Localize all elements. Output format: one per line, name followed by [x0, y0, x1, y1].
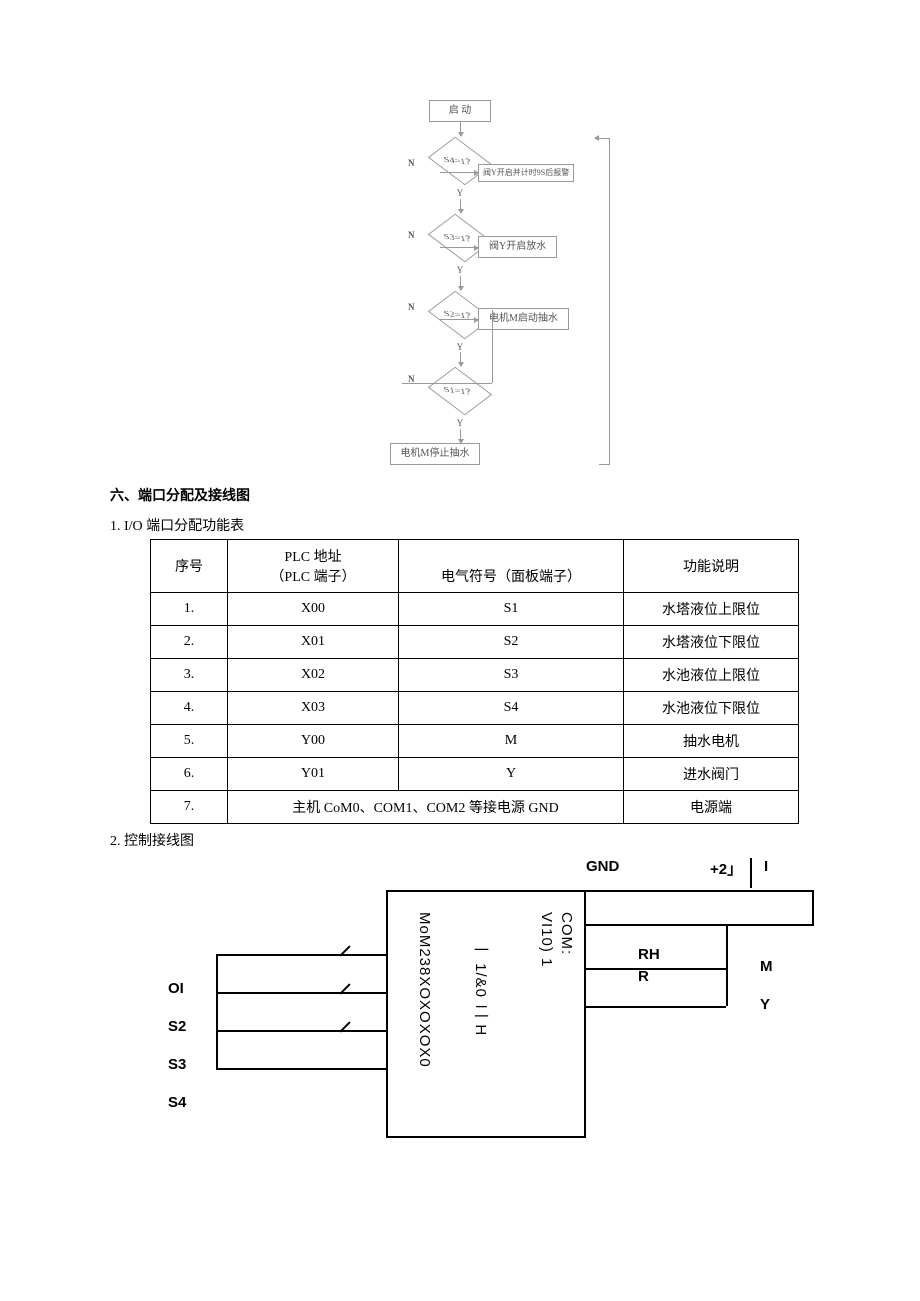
- fc-end-box: 电机M停止抽水: [390, 443, 481, 465]
- wiring-diagram: GND +2」 I MoM238XOXOXOX0 一 1/&0 二 H VI10…: [150, 858, 830, 1148]
- io-table: 序号 PLC 地址 （PLC 端子） 电气符号（面板端子） 功能说明 1. X0…: [150, 539, 799, 824]
- fc-y-3: Y: [457, 342, 464, 353]
- lbl-y: Y: [760, 996, 770, 1013]
- fc-action-2: 阀Y开启放水: [478, 236, 557, 258]
- fc-start-box: 启 动: [429, 100, 491, 122]
- sub-heading-2: 2. 控制接线图: [110, 830, 810, 850]
- lbl-i: I: [764, 858, 768, 875]
- lbl-m: M: [760, 958, 773, 975]
- wire-in-2: [216, 1030, 386, 1032]
- th-sym: 电气符号（面板端子）: [399, 540, 624, 593]
- lbl-s3: S3: [168, 1056, 186, 1073]
- plc-text-2: 一 1/&0 二 H: [470, 942, 491, 1036]
- table-row: 4. X03 S4 水池液位下限位: [151, 692, 799, 725]
- th-plc: PLC 地址 （PLC 端子）: [228, 540, 399, 593]
- cell-func: 抽水电机: [624, 725, 799, 758]
- cell-sym: S3: [399, 659, 624, 692]
- fc-y-1: Y: [457, 188, 464, 199]
- fc-n-1: N: [408, 158, 415, 169]
- fc-y-2: Y: [457, 265, 464, 276]
- cell-seq: 4.: [151, 692, 228, 725]
- vline-top: [750, 858, 752, 888]
- left-bus: [216, 954, 218, 1068]
- lbl-oi: OI: [168, 980, 184, 997]
- wire-in-3: [216, 1068, 386, 1070]
- cell-sym: M: [399, 725, 624, 758]
- lbl-s2: S2: [168, 1018, 186, 1035]
- table-row: 2. X01 S2 水塔液位下限位: [151, 626, 799, 659]
- fc-y-4: Y: [457, 418, 464, 429]
- cell-sym: Y: [399, 758, 624, 791]
- cell-seq: 5.: [151, 725, 228, 758]
- cell-func: 电源端: [624, 791, 799, 824]
- conn-plc-psu: [584, 926, 586, 932]
- flowchart: 启 动 S4=1？ N 阀Y开启并计时9S后报警 Y S3=1？ N 阀Y开启放…: [320, 100, 600, 465]
- page-root: 启 动 S4=1？ N 阀Y开启并计时9S后报警 Y S3=1？ N 阀Y开启放…: [0, 0, 920, 1208]
- fc-start-label: 启 动: [449, 105, 472, 116]
- th-func: 功能说明: [624, 540, 799, 593]
- cell-func: 水池液位上限位: [624, 659, 799, 692]
- wire-out-y: [586, 1006, 726, 1008]
- cell-seq: 6.: [151, 758, 228, 791]
- plc-text-4: COM:: [558, 912, 575, 955]
- section-heading: 六、端口分配及接线图: [110, 485, 810, 505]
- fc-decision-4: S1=1？: [428, 367, 493, 416]
- cell-seq: 7.: [151, 791, 228, 824]
- right-bus: [726, 926, 728, 1006]
- cell-plc: X02: [228, 659, 399, 692]
- table-row: 1. X00 S1 水塔液位上限位: [151, 593, 799, 626]
- wire-out-rh: [586, 968, 726, 970]
- th-seq: 序号: [151, 540, 228, 593]
- fc-n-3: N: [408, 302, 415, 313]
- cell-func: 水塔液位上限位: [624, 593, 799, 626]
- plc-box: MoM238XOXOXOX0 一 1/&0 二 H VI10) 1 COM:: [386, 890, 586, 1138]
- table-row: 6. Y01 Y 进水阀门: [151, 758, 799, 791]
- lbl-plus2: +2」: [710, 858, 742, 879]
- cell-plc: Y00: [228, 725, 399, 758]
- wire-in-0: [216, 954, 386, 956]
- cell-plc: X01: [228, 626, 399, 659]
- cell-seq: 3.: [151, 659, 228, 692]
- cell-plc: X03: [228, 692, 399, 725]
- cell-func: 水池液位下限位: [624, 692, 799, 725]
- cell-plc: Y01: [228, 758, 399, 791]
- fc-n-2: N: [408, 230, 415, 241]
- cell-func: 进水阀门: [624, 758, 799, 791]
- cell-merged: 主机 CoM0、COM1、COM2 等接电源 GND: [228, 791, 624, 824]
- lbl-r: R: [638, 968, 649, 985]
- wire-in-1: [216, 992, 386, 994]
- fc-action-1: 阀Y开启并计时9S后报警: [478, 164, 574, 182]
- cell-seq: 1.: [151, 593, 228, 626]
- lbl-s4: S4: [168, 1094, 186, 1111]
- cell-sym: S1: [399, 593, 624, 626]
- table-row-7: 7. 主机 CoM0、COM1、COM2 等接电源 GND 电源端: [151, 791, 799, 824]
- sub-heading-1: 1. I/O 端口分配功能表: [110, 515, 810, 535]
- cell-func: 水塔液位下限位: [624, 626, 799, 659]
- cell-plc: X00: [228, 593, 399, 626]
- cell-sym: S4: [399, 692, 624, 725]
- table-row: 5. Y00 M 抽水电机: [151, 725, 799, 758]
- lbl-rh: RH: [638, 946, 660, 963]
- psu-box: [584, 890, 814, 926]
- cell-seq: 2.: [151, 626, 228, 659]
- cell-sym: S2: [399, 626, 624, 659]
- plc-text-3: VI10) 1: [538, 912, 555, 967]
- lbl-gnd: GND: [586, 858, 619, 875]
- table-header-row: 序号 PLC 地址 （PLC 端子） 电气符号（面板端子） 功能说明: [151, 540, 799, 593]
- plc-text-1: MoM238XOXOXOX0: [416, 912, 433, 1068]
- table-row: 3. X02 S3 水池液位上限位: [151, 659, 799, 692]
